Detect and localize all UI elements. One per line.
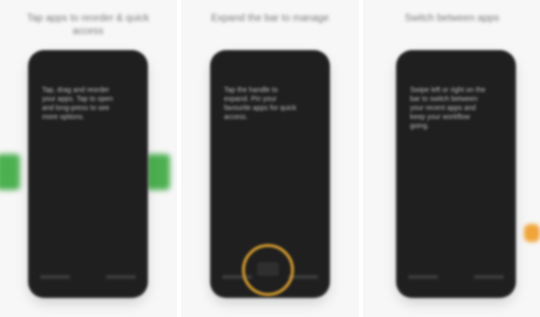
nav-pill-left-1 <box>40 275 70 279</box>
nav-pill-right-3 <box>474 275 504 279</box>
partial-icon <box>524 224 540 242</box>
phone-mockup-1: Tap, drag and reorder your apps. Tap to … <box>30 52 146 296</box>
phone-mockup-3: Swipe left or right on the bar to switch… <box>398 52 514 296</box>
panel-3: Switch between apps Swipe left or right … <box>364 0 540 317</box>
panel-divider <box>359 0 363 317</box>
bottom-bar-1 <box>40 270 136 284</box>
panel-1: Tap apps to reorder & quick access Tap, … <box>0 0 176 317</box>
panel-divider <box>177 0 181 317</box>
panel-2: Expand the bar to manage Tap the handle … <box>182 0 358 317</box>
screenshot-carousel: Tap apps to reorder & quick access Tap, … <box>0 0 540 317</box>
screen-text-2: Tap the handle to expand. Pin your favou… <box>224 87 297 121</box>
bottom-bar-3 <box>408 270 504 284</box>
right-side-tab <box>146 154 170 190</box>
screen-text-3: Swipe left or right on the bar to switch… <box>410 87 486 130</box>
nav-pill-right-1 <box>106 275 136 279</box>
screen-text-1: Tap, drag and reorder your apps. Tap to … <box>42 87 114 121</box>
panel-caption-1: Tap apps to reorder & quick access <box>26 13 150 37</box>
highlight-ring <box>242 244 294 296</box>
panel-caption-2: Expand the bar to manage <box>211 13 329 24</box>
panel-caption-3: Switch between apps <box>404 13 500 24</box>
left-side-tab <box>0 154 20 190</box>
nav-pill-left-3 <box>408 275 438 279</box>
highlighted-handle-icon <box>257 262 279 276</box>
